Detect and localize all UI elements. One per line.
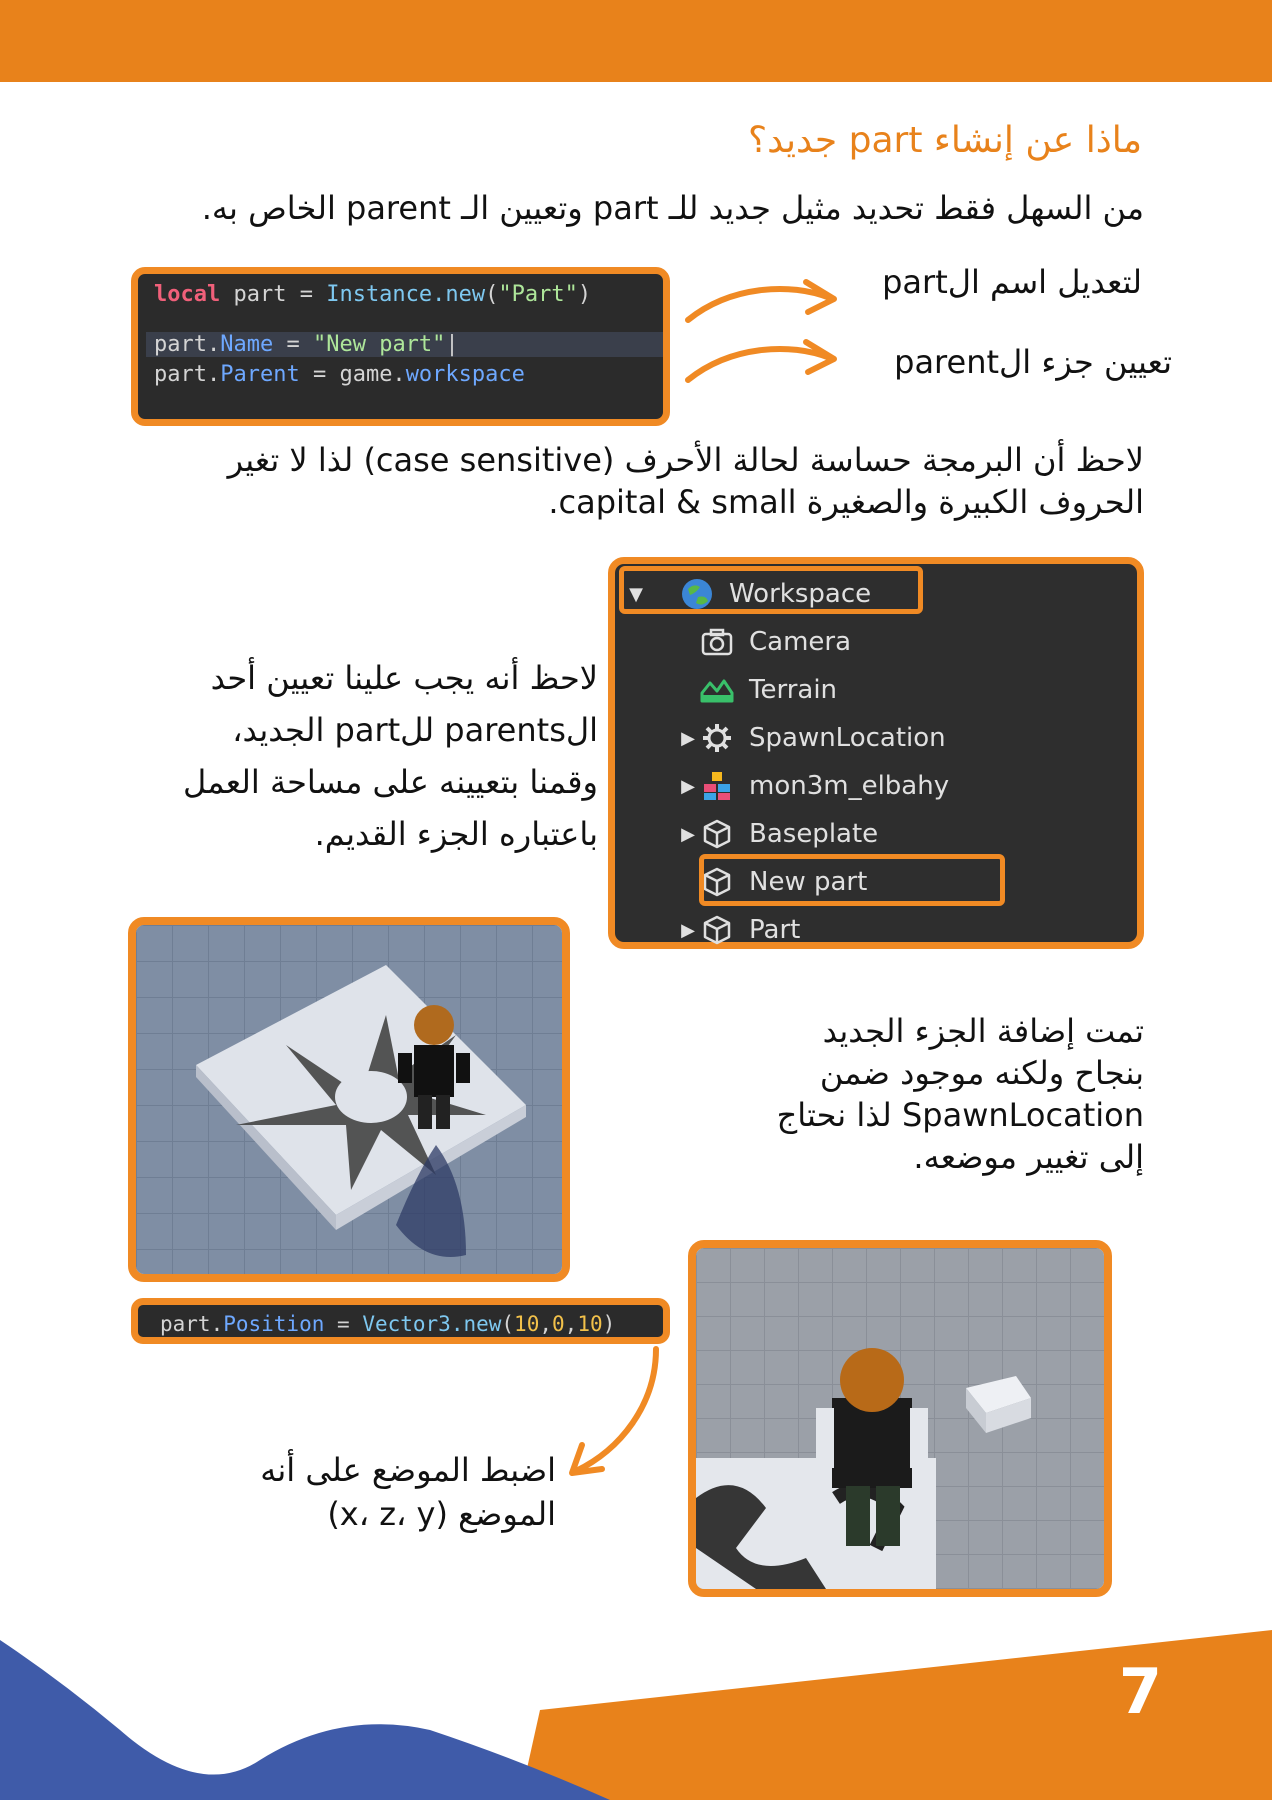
collapsed-caret-icon[interactable]: ▶ [677,728,699,749]
tree-item-label: SpawnLocation [749,723,946,753]
intro-paragraph: من السهل فقط تحديد مثيل جديد للـ part وت… [201,189,1144,227]
cube-icon [699,816,735,852]
spawn-scene-image [136,925,562,1274]
page-number: 7 [1118,1655,1162,1728]
workspace-highlight [619,566,923,614]
arrow-to-position-note [569,1346,659,1476]
annotation-rename: لتعديل اسم الpart [882,263,1142,301]
collapsed-caret-icon[interactable]: ▶ [677,920,699,941]
tree-item-terrain[interactable]: Terrain [699,668,837,712]
new-part-highlight [699,854,1005,906]
position-note-line: اضبط الموضع على أنه [260,1451,556,1489]
explorer-panel: ▼ Workspace Camera Terrain ▶ SpawnLocati… [608,557,1144,949]
added-note-line: إلى تغيير موضعه. [913,1138,1144,1176]
code-line-1: local part = Instance.new("Part") [154,282,592,307]
case-sensitive-note-line1: لاحظ أن البرمجة حساسة لحالة الأحرف (case… [227,441,1144,479]
tree-item-part[interactable]: ▶ Part [677,908,800,952]
collapsed-caret-icon[interactable]: ▶ [677,776,699,797]
position-note: اضبط الموضع على أنه الموضع (x، z، y) [216,1448,556,1536]
added-note-line: تمت إضافة الجزء الجديد [822,1012,1144,1050]
camera-icon [699,624,735,660]
code-line-2: part.Name = "New part"| [146,332,663,357]
added-note-line: SpawnLocation لذا نحتاج [776,1096,1144,1134]
game-screenshot-moved-part [688,1240,1112,1597]
parents-note-line: لاحظ أنه يجب علينا تعيين أحد [210,659,598,697]
collapsed-caret-icon[interactable]: ▶ [677,824,699,845]
parents-note-line: الparents للpart الجديد، [232,711,598,749]
case-sensitive-note-line2: الحروف الكبيرة والصغيرة capital & small. [548,483,1144,521]
tree-item-label: Part [749,915,801,945]
tree-item-spawnlocation[interactable]: ▶ SpawnLocation [677,716,946,760]
tree-item-label: mon3m_elbahy [749,771,950,801]
code-line-3: part.Parent = game.workspace [154,362,525,387]
tree-item-label: Baseplate [749,819,879,849]
parents-note-line: باعتباره الجزء القديم. [314,815,598,853]
code-block-position: part.Position = Vector3.new(10,0,10) [131,1298,670,1344]
annotation-set-parent: تعيين جزء الparent [894,343,1172,381]
position-note-line: الموضع (x، z، y) [327,1495,556,1533]
code-line-position: part.Position = Vector3.new(10,0,10) [160,1312,616,1336]
code-block-create-part: local part = Instance.new("Part") part.N… [131,267,670,426]
parents-note-line: وقمنا بتعيينه على مساحة العمل [182,763,598,801]
section-heading: ماذا عن إنشاء part جديد؟ [748,120,1142,161]
cube-icon [699,912,735,948]
tree-item-mon3m-elbahy[interactable]: ▶ mon3m_elbahy [677,764,949,808]
parents-note: لاحظ أنه يجب علينا تعيين أحد الparents ل… [128,652,598,860]
tree-item-camera[interactable]: Camera [699,620,851,664]
added-note: تمت إضافة الجزء الجديد بنجاح ولكنه موجود… [724,1010,1144,1178]
tree-item-baseplate[interactable]: ▶ Baseplate [677,812,878,856]
game-screenshot-spawn [128,917,570,1282]
top-banner [0,0,1272,82]
moved-part-scene-image [696,1248,1104,1589]
avatar-icon [699,768,735,804]
tree-item-label: Camera [749,627,852,657]
bottom-decoration [0,1630,1272,1800]
added-note-line: بنجاح ولكنه موجود ضمن [819,1054,1144,1092]
gear-icon [699,720,735,756]
tree-item-label: Terrain [749,675,838,705]
terrain-icon [699,672,735,708]
